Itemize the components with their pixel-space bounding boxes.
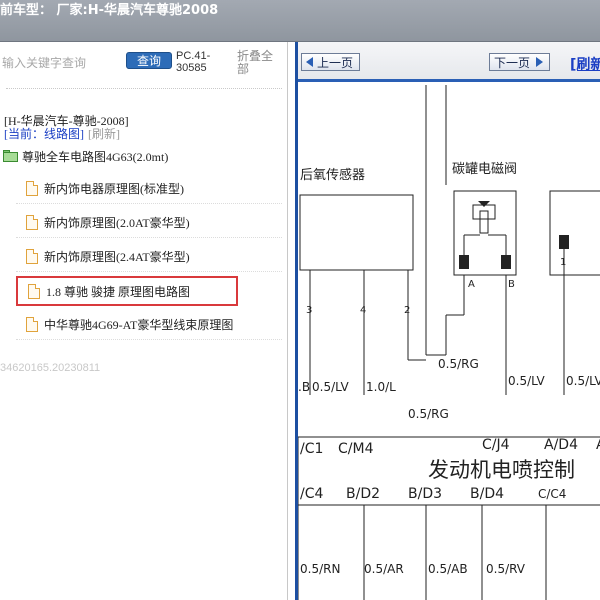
refresh-link[interactable]: [刷新]	[88, 127, 120, 141]
wire-label: 0.5/AB	[428, 562, 468, 576]
folder-open-icon	[3, 150, 18, 162]
wire-label: 0.5/RG	[438, 357, 479, 371]
tree-item[interactable]: 新内饰原理图(2.0AT豪华型)	[16, 208, 282, 238]
wire-label: 0.5/AR	[364, 562, 404, 576]
pin-label: B	[508, 279, 515, 290]
collapse-all-link[interactable]: 折叠全部	[237, 50, 281, 76]
connector-label: /C1	[300, 441, 323, 457]
tree-root-label: 尊驰全车电路图4G63(2.0mt)	[22, 149, 169, 164]
wire-label: 0.5/RN	[300, 562, 340, 576]
pin-label: 3	[306, 305, 312, 316]
tree-item[interactable]: 新内饰原理图(2.4AT豪华型)	[16, 242, 282, 272]
document-icon	[28, 283, 40, 299]
connector-label: C/C4	[538, 487, 566, 501]
window-title-bar: 前车型： 厂家:H-华晨汽车尊驰2008	[0, 0, 600, 42]
prev-page-button[interactable]: 上一页	[301, 53, 361, 71]
window-title: 前车型： 厂家:H-华晨汽车尊驰2008	[0, 3, 219, 18]
o2-sensor-label: 后氧传感器	[300, 167, 365, 183]
document-icon	[26, 181, 38, 196]
viewer-toolbar: 上一页 下一页 [刷新	[298, 42, 600, 82]
wire-label: 1.0/L	[366, 380, 396, 394]
version-label: PC.41-30585	[176, 50, 211, 74]
connector-label: B/D4	[470, 486, 504, 502]
pin-label: A	[468, 279, 475, 290]
pin-label: 1	[560, 257, 566, 268]
tree-item-label: 新内饰原理图(2.0AT豪华型)	[44, 216, 190, 230]
search-row: 查询 PC.41-30585 折叠全部	[0, 42, 288, 86]
pin-label: 4	[360, 305, 366, 316]
document-icon	[26, 317, 38, 332]
connector-label: C/M4	[338, 441, 374, 457]
query-button[interactable]: 查询	[126, 52, 172, 69]
arrow-left-icon	[306, 57, 313, 67]
current-view-label[interactable]: [当前：线路图]	[4, 127, 84, 141]
canister-valve-label: 碳罐电磁阀	[452, 162, 517, 177]
tree-item-label: 新内饰电器原理图(标准型)	[44, 182, 184, 196]
search-input[interactable]	[2, 53, 120, 73]
connector-label: C/J4	[482, 437, 510, 453]
connector-label: A	[596, 437, 600, 453]
wiring-diagram[interactable]: 后氧传感器 碳罐电磁阀 3 4 2 A B 1 .B 0.5/LV 1.0/L …	[298, 85, 600, 600]
tree-item[interactable]: 中华尊驰4G69-AT豪华型线束原理图	[16, 310, 282, 340]
document-icon	[26, 215, 38, 230]
wiring-diagram-svg: 后氧传感器 碳罐电磁阀 3 4 2 A B 1 .B 0.5/LV 1.0/L …	[298, 85, 600, 600]
ecu-title: 发动机电喷控制	[428, 458, 575, 482]
connector-label: B/D3	[408, 486, 442, 502]
wire-label: .B	[298, 380, 310, 394]
arrow-right-icon	[536, 57, 544, 67]
document-icon	[26, 249, 38, 264]
wire-label: 0.5/RG	[408, 407, 449, 421]
tree-item-label: 新内饰原理图(2.4AT豪华型)	[44, 250, 190, 264]
connector-label: A/D4	[544, 437, 578, 453]
wire-label: 0.5/RV	[486, 562, 526, 576]
wire-label: 0.5/LV	[312, 380, 349, 394]
wire-label: 0.5/LV	[508, 374, 545, 388]
tree-item-label: 1.8 尊驰 骏捷 原理图电路图	[46, 284, 191, 299]
wire-label: 0.5/LV	[566, 374, 600, 388]
viewer-refresh-link[interactable]: [刷新	[570, 54, 600, 74]
tree-root-folder[interactable]: 尊驰全车电路图4G63(2.0mt)	[3, 147, 168, 165]
connector-label: /C4	[300, 486, 323, 502]
next-page-label: 下一页	[494, 55, 531, 70]
tree-item-label: 中华尊驰4G69-AT豪华型线束原理图	[44, 318, 234, 332]
pin-label: 2	[404, 305, 410, 316]
prev-page-label: 上一页	[317, 55, 354, 70]
diagram-viewer: 上一页 下一页 [刷新 后氧传感器 碳罐电磁阀 3 4 2 A B 1 .B 0…	[295, 42, 600, 600]
tree-item-selected[interactable]: 1.8 尊驰 骏捷 原理图电路图	[16, 276, 238, 306]
divider	[6, 88, 282, 89]
build-number: 34620165.20230811	[0, 362, 101, 374]
connector-label: B/D2	[346, 486, 380, 502]
left-panel: 查询 PC.41-30585 折叠全部 [H-华晨汽车-尊驰-2008] [当前…	[0, 42, 288, 600]
tree-item[interactable]: 新内饰电器原理图(标准型)	[16, 174, 282, 204]
next-page-button[interactable]: 下一页	[489, 53, 551, 71]
current-location: [当前：线路图] [刷新]	[4, 125, 120, 142]
